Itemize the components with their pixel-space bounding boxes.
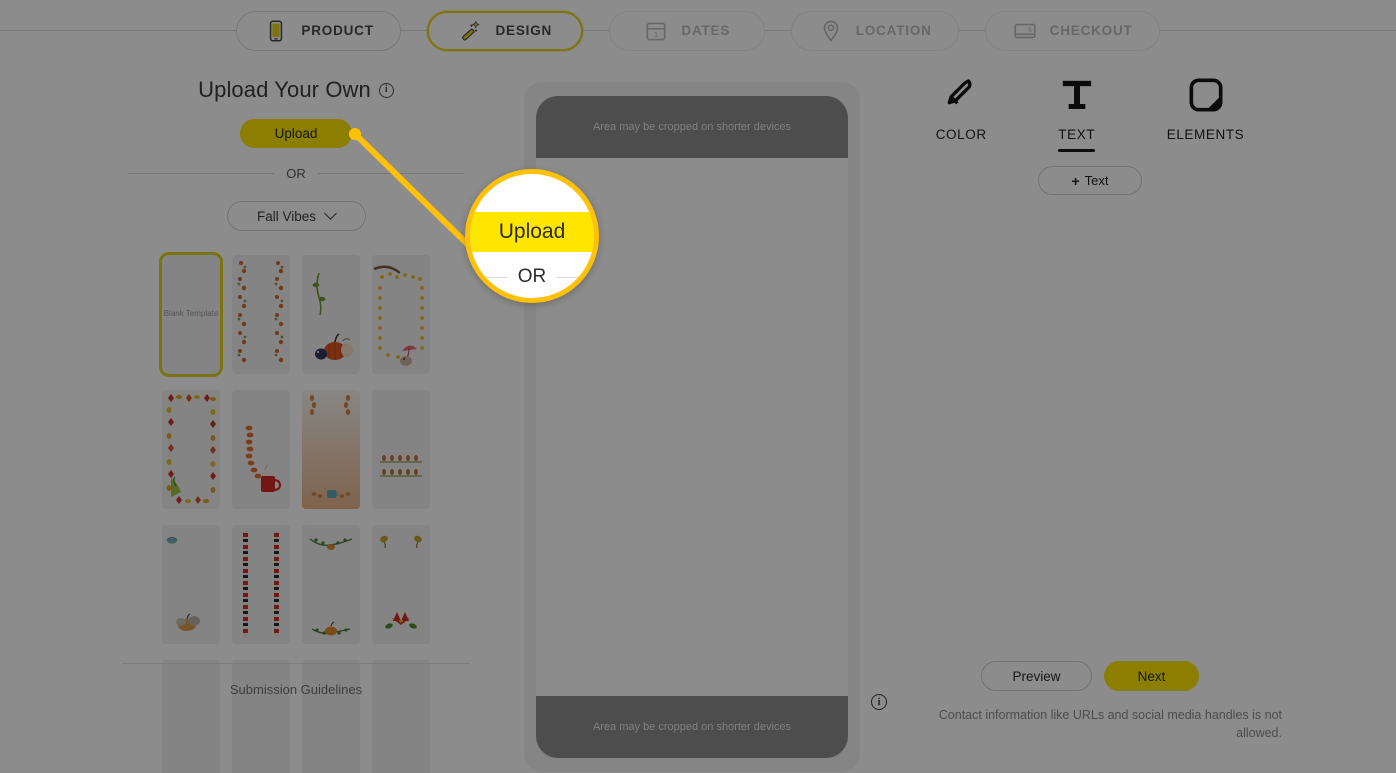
template-item[interactable] <box>226 517 296 652</box>
garland-pumpkin-icon <box>309 538 353 636</box>
add-text-label: Text <box>1084 173 1109 188</box>
pumpkin-bottom-icon <box>166 536 200 631</box>
template-thumb <box>302 390 360 509</box>
step-dates-label: DATES <box>681 23 731 38</box>
category-value: Fall Vibes <box>256 208 317 224</box>
template-blank-label: Blank Template <box>163 309 219 319</box>
template-item[interactable] <box>366 382 436 517</box>
action-buttons: Preview Next <box>890 661 1290 691</box>
template-item[interactable] <box>156 382 226 517</box>
upload-panel: Upload Your Own i Upload OR Fall Vibes B… <box>122 61 470 773</box>
step-product[interactable]: PRODUCT <box>236 10 401 51</box>
candy-stripe-columns-icon <box>243 531 279 638</box>
crop-notice-bottom: Area may be cropped on shorter devices <box>536 696 848 758</box>
tab-text-label: TEXT <box>1058 127 1096 152</box>
template-item[interactable] <box>366 517 436 652</box>
contact-info-disclaimer: Contact information like URLs and social… <box>938 708 1282 741</box>
template-item[interactable] <box>296 382 366 517</box>
submission-guidelines-link[interactable]: Submission Guidelines <box>122 663 470 697</box>
tab-color-label: COLOR <box>935 127 987 142</box>
template-thumb <box>162 390 220 509</box>
chevron-down-icon <box>324 206 337 220</box>
step-checkout-label: CHECKOUT <box>1049 23 1133 38</box>
tab-text[interactable]: TEXT <box>1057 75 1097 152</box>
template-item-blank[interactable]: Blank Template <box>156 247 226 382</box>
or-divider: OR <box>128 166 464 181</box>
next-button[interactable]: Next <box>1104 661 1199 691</box>
step-dates[interactable]: 1 DATES <box>608 10 765 51</box>
tab-elements[interactable]: ELEMENTS <box>1167 75 1245 148</box>
template-thumb <box>302 525 360 644</box>
template-thumb <box>372 525 430 644</box>
template-thumb <box>162 525 220 644</box>
tab-elements-label: ELEMENTS <box>1166 127 1245 142</box>
crop-notice-top: Area may be cropped on shorter devices <box>536 96 848 158</box>
add-text-button[interactable]: + Text <box>1038 166 1142 195</box>
map-pin-icon <box>823 20 839 42</box>
phone-icon <box>270 19 283 42</box>
credit-card-icon: $ <box>1014 23 1036 38</box>
calendar-icon: 1 <box>646 22 666 40</box>
preview-button[interactable]: Preview <box>981 661 1092 691</box>
pumpkin-hedgehog-icon <box>312 272 353 360</box>
step-location[interactable]: LOCATION <box>790 10 959 51</box>
template-item[interactable] <box>296 517 366 652</box>
divider-line-right <box>317 173 464 174</box>
svg-text:$: $ <box>1028 27 1032 34</box>
autumn-leaf-frame-icon <box>166 394 216 504</box>
preview-info-icon[interactable]: i <box>871 694 887 710</box>
template-item[interactable] <box>296 247 366 382</box>
dashed-leaf-lines-icon <box>380 455 422 477</box>
leaf-vine-border-icon <box>237 261 284 363</box>
template-thumb <box>302 255 360 374</box>
step-checkout[interactable]: $ CHECKOUT <box>984 10 1160 51</box>
editor-tools-panel: COLOR TEXT ELEMENTS + Text Preview Next … <box>890 61 1290 761</box>
step-navigation: PRODUCT DESIGN 1 DATES LOCATION $ CHECKO… <box>0 0 1396 61</box>
elements-square-icon <box>1189 78 1223 112</box>
pen-icon <box>947 79 972 105</box>
tab-color[interactable]: COLOR <box>936 75 987 148</box>
or-label: OR <box>286 166 306 181</box>
upload-button[interactable]: Upload <box>240 119 352 148</box>
template-item[interactable] <box>226 382 296 517</box>
page-title-text: Upload Your Own <box>198 77 371 102</box>
template-thumb <box>232 255 290 374</box>
phone-preview-panel: Area may be cropped on shorter devices A… <box>524 82 860 772</box>
tool-tab-list: COLOR TEXT ELEMENTS <box>890 61 1290 152</box>
page-title: Upload Your Own i <box>122 77 470 103</box>
phone-frame[interactable]: Area may be cropped on shorter devices A… <box>536 96 848 758</box>
plus-icon: + <box>1071 172 1080 189</box>
design-canvas[interactable] <box>536 158 848 696</box>
category-dropdown[interactable]: Fall Vibes <box>226 201 366 231</box>
magnified-divider-left <box>485 276 508 278</box>
template-thumb <box>232 525 290 644</box>
divider-line-left <box>128 173 275 174</box>
template-item[interactable] <box>156 517 226 652</box>
step-product-label: PRODUCT <box>301 23 374 38</box>
poinsettia-corners-icon <box>380 535 422 629</box>
step-location-label: LOCATION <box>855 23 932 38</box>
step-list: PRODUCT DESIGN 1 DATES LOCATION $ CHECKO… <box>236 10 1160 51</box>
template-item[interactable] <box>226 247 296 382</box>
info-icon[interactable]: i <box>378 82 394 98</box>
teacup-gradient-icon <box>302 390 360 509</box>
cocoa-leaf-swirl-icon <box>245 425 282 492</box>
template-thumb <box>372 390 430 509</box>
template-thumb: Blank Template <box>159 252 223 377</box>
step-design-label: DESIGN <box>495 23 553 38</box>
template-thumb <box>232 390 290 509</box>
svg-text:1: 1 <box>654 30 658 39</box>
template-thumb <box>372 255 430 374</box>
step-design[interactable]: DESIGN <box>426 10 583 51</box>
template-item[interactable] <box>366 247 436 382</box>
magic-wand-icon <box>461 20 480 40</box>
design-step-screen: PRODUCT DESIGN 1 DATES LOCATION $ CHECKO… <box>0 0 1396 773</box>
branch-umbrella-frame-icon <box>373 265 424 366</box>
text-t-icon <box>1062 80 1091 109</box>
